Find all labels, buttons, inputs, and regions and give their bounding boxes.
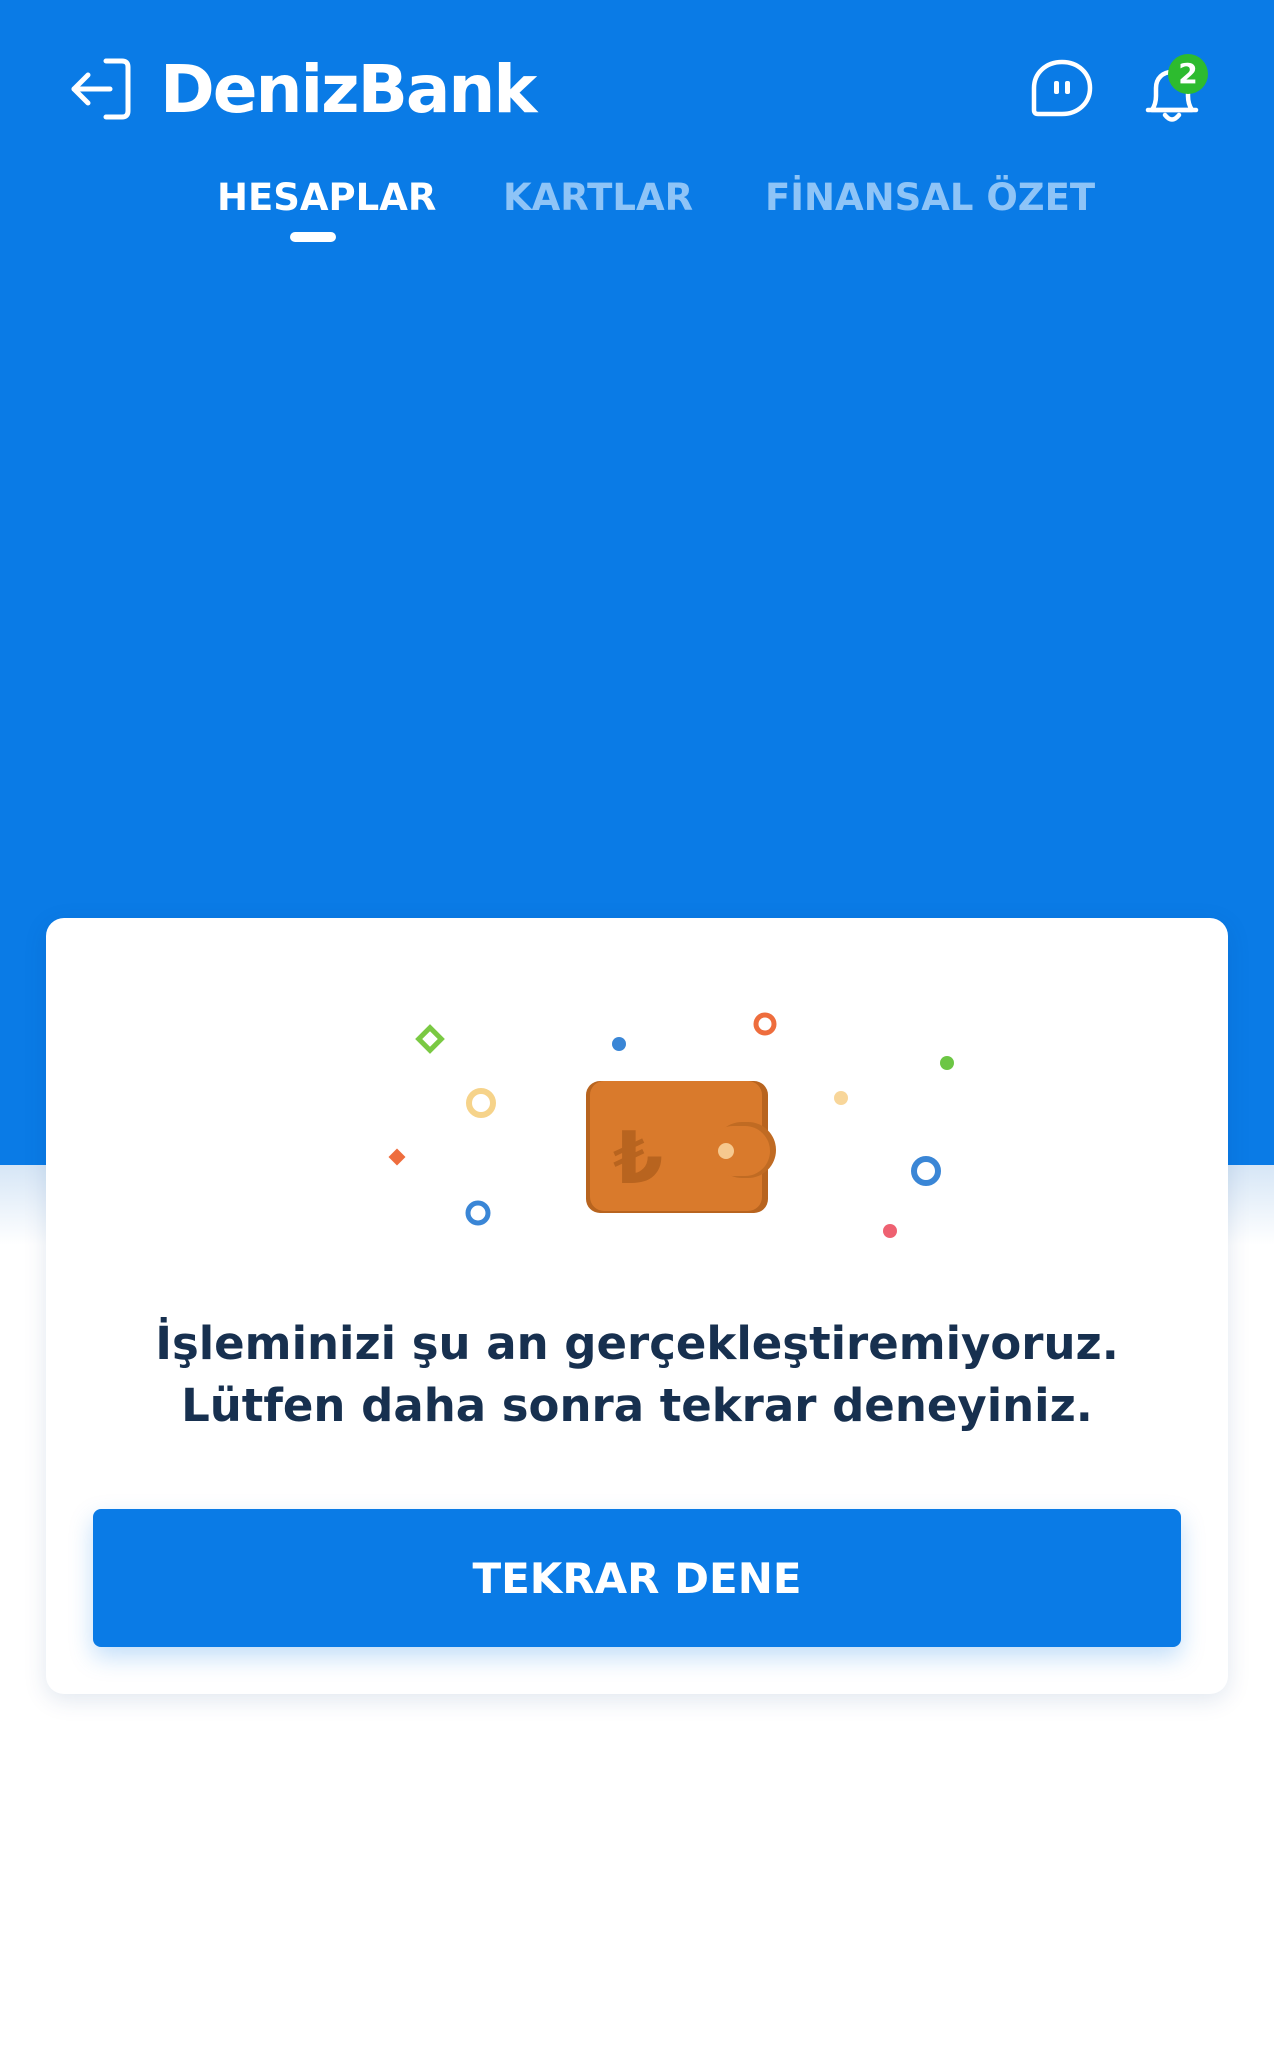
wallet-illustration: ₺ (388, 1012, 954, 1238)
tab-finansal-ozet[interactable]: FİNANSAL ÖZET (765, 170, 1095, 226)
error-card: ₺ İşleminizi şu an gerçekleştiremiyoruz.… (46, 918, 1228, 1694)
tab-bar: HESAPLAR KARTLAR FİNANSAL ÖZET (0, 170, 1274, 250)
logout-icon[interactable] (66, 55, 134, 123)
error-message: İşleminizi şu an gerçekleştiremiyoruz. L… (155, 1317, 1119, 1432)
tab-hesaplar[interactable]: HESAPLAR (217, 170, 436, 226)
denizbank-logo: DenizBank (160, 51, 537, 128)
notification-badge: 2 (1168, 54, 1208, 94)
svg-text:₺: ₺ (613, 1116, 663, 1200)
retry-button[interactable]: TEKRAR DENE (93, 1509, 1181, 1647)
app-header: DenizBank 2 HESAPLAR KARTLAR FİNANSAL ÖZ… (0, 0, 1274, 260)
notifications-button[interactable]: 2 (1140, 54, 1220, 128)
active-tab-indicator (290, 232, 336, 242)
tab-kartlar[interactable]: KARTLAR (503, 170, 693, 226)
chat-icon[interactable] (1030, 58, 1094, 122)
